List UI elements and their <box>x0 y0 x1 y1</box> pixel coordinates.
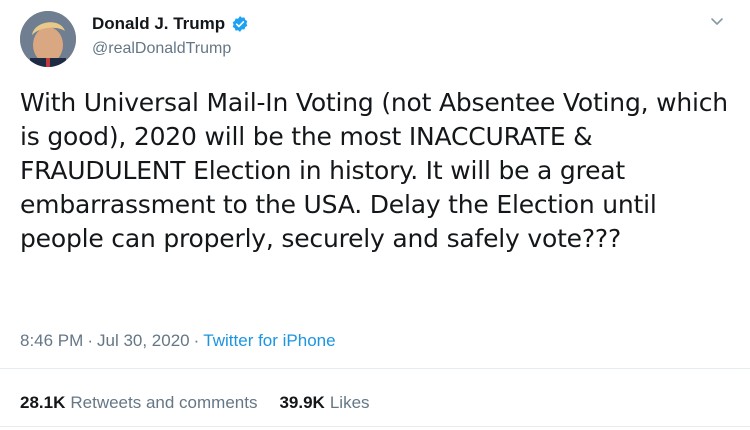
divider-bottom <box>0 426 750 427</box>
display-name[interactable]: Donald J. Trump <box>92 14 225 34</box>
likes-label: Likes <box>329 393 370 412</box>
tweet-date[interactable]: Jul 30, 2020 <box>97 331 190 351</box>
avatar-image <box>20 11 76 67</box>
tweet-card: Donald J. Trump @realDonaldTrump With Un… <box>0 0 750 430</box>
tweet-meta: 8:46 PM · Jul 30, 2020 · Twitter for iPh… <box>20 331 336 351</box>
tweet-text: With Universal Mail-In Voting (not Absen… <box>20 88 728 253</box>
avatar[interactable] <box>20 11 76 67</box>
retweets-count: 28.1K <box>20 393 66 412</box>
tweet-source-link[interactable]: Twitter for iPhone <box>203 331 335 351</box>
author-name-row: Donald J. Trump <box>92 14 249 34</box>
divider <box>0 368 750 369</box>
retweets-label: Retweets and comments <box>70 393 258 412</box>
tweet-time[interactable]: 8:46 PM <box>20 331 83 351</box>
likes-stat[interactable]: 39.9K Likes <box>279 393 369 413</box>
meta-separator: · <box>87 331 93 350</box>
chevron-down-icon[interactable] <box>708 12 726 30</box>
likes-count: 39.9K <box>279 393 325 412</box>
meta-separator-2: · <box>193 331 200 350</box>
user-handle[interactable]: @realDonaldTrump <box>92 40 231 58</box>
verified-badge-icon <box>231 15 249 33</box>
retweets-stat[interactable]: 28.1K Retweets and comments <box>20 393 257 413</box>
tweet-stats: 28.1K Retweets and comments 39.9K Likes <box>20 393 370 413</box>
